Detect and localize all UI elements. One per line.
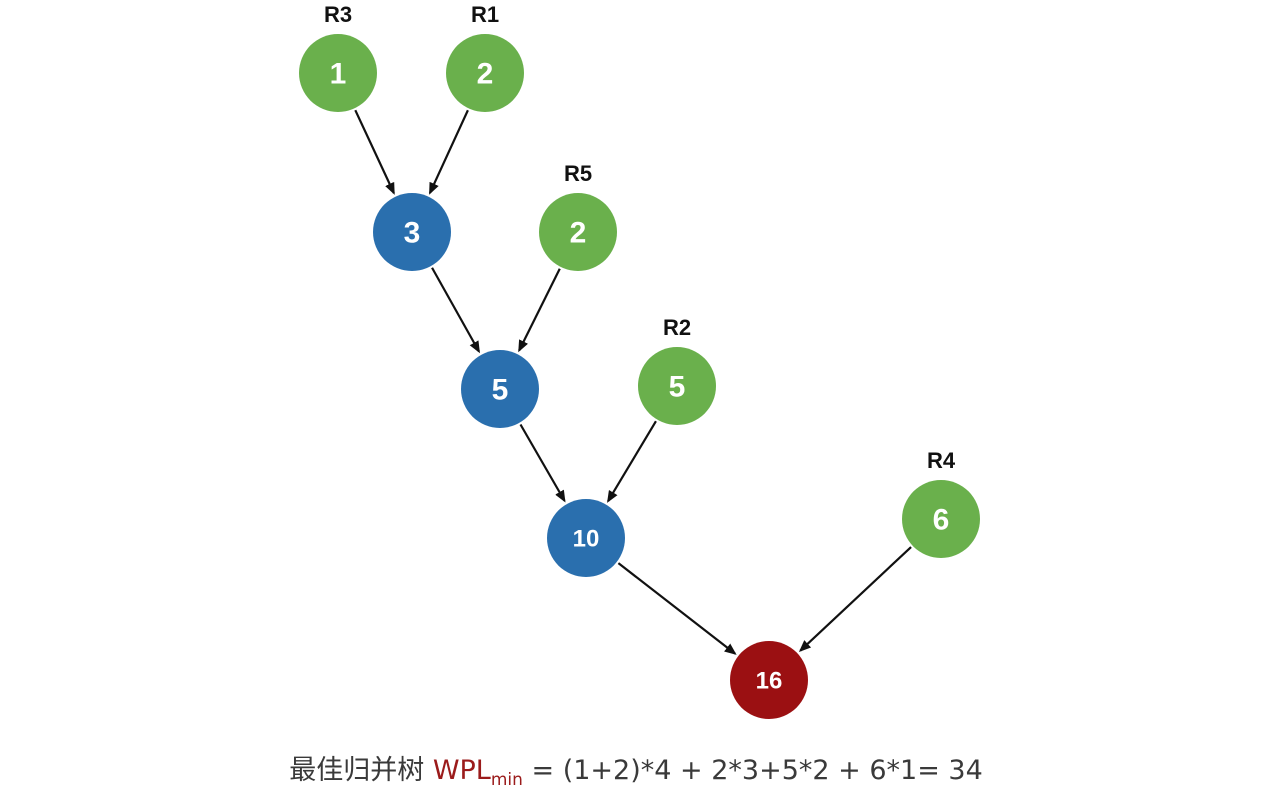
- edge-arrow-n5-to-n10: [519, 423, 566, 503]
- node-value: 6: [933, 504, 950, 537]
- tree-node-n2: 2 R1: [446, 2, 524, 112]
- tree-node-n4: 2 R5: [539, 161, 617, 271]
- tree-node-n7: 6 R4: [902, 448, 980, 558]
- node-value: 3: [404, 217, 421, 250]
- node-value: 16: [756, 668, 783, 695]
- tree-node-n16: 16: [730, 641, 808, 719]
- run-label: R1: [471, 2, 499, 27]
- tree-node-n5: 5: [461, 350, 539, 428]
- nodes-layer: 1 R3 2 R1 3 2 R5 5 5 R2 10 6 R4 16: [299, 2, 980, 719]
- tree-node-n6: 5 R2: [638, 315, 716, 425]
- edge-arrow-n4-to-n5: [518, 268, 561, 353]
- node-value: 2: [477, 58, 494, 91]
- run-label: R5: [564, 161, 592, 186]
- node-value: 5: [669, 371, 686, 404]
- edge-arrow-n6-to-n10: [607, 420, 657, 503]
- tree-node-n3: 3: [373, 193, 451, 271]
- edge-arrow-n3-to-n5: [431, 267, 480, 354]
- node-value: 2: [570, 217, 587, 250]
- run-label: R4: [927, 448, 956, 473]
- edges-layer: [354, 109, 912, 655]
- edge-arrow-n1-to-n3: [354, 109, 395, 195]
- wpl-formula: 最佳归并树 WPLmin = (1+2)*4 + 2*3+5*2 + 6*1= …: [0, 748, 1272, 790]
- edge-arrow-n10-to-n16: [617, 562, 737, 655]
- tree-node-n10: 10: [547, 499, 625, 577]
- run-label: R3: [324, 2, 352, 27]
- formula-wpl: WPLmin: [432, 755, 523, 790]
- formula-wpl-text: WPL: [432, 755, 491, 786]
- edge-arrow-n7-to-n16: [798, 546, 912, 652]
- node-value: 10: [573, 526, 600, 553]
- tree-node-n1: 1 R3: [299, 2, 377, 112]
- node-value: 5: [492, 374, 509, 407]
- node-value: 1: [330, 58, 347, 91]
- run-label: R2: [663, 315, 691, 340]
- formula-expression: = (1+2)*4 + 2*3+5*2 + 6*1= 34: [531, 755, 983, 786]
- edge-arrow-n2-to-n3: [428, 109, 469, 195]
- merge-tree-diagram: 1 R3 2 R1 3 2 R5 5 5 R2 10 6 R4 16: [299, 2, 980, 719]
- formula-wpl-subscript: min: [490, 770, 523, 790]
- formula-prefix: 最佳归并树: [289, 755, 425, 786]
